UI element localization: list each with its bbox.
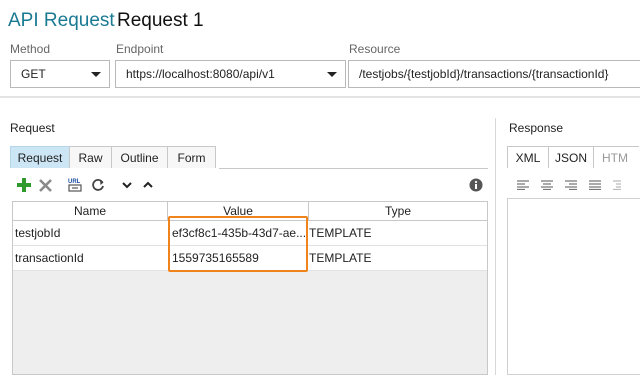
delete-icon[interactable] [34, 178, 56, 192]
endpoint-value: https://localhost:8080/api/v1 [126, 67, 275, 81]
url-encode-icon[interactable]: URL [62, 177, 88, 193]
param-type[interactable]: TEMPLATE [309, 246, 479, 270]
move-up-icon[interactable] [138, 181, 158, 189]
chevron-down-icon [91, 72, 101, 77]
column-header-type[interactable]: Type [309, 202, 487, 220]
request-tabs: Request Raw Outline Form [10, 146, 216, 168]
info-icon[interactable] [468, 178, 484, 192]
request-section-label: Request [10, 121, 55, 135]
align-center-icon[interactable] [541, 180, 553, 190]
page-title: API Request [8, 10, 115, 31]
param-type[interactable]: TEMPLATE [309, 221, 479, 245]
tab-request[interactable]: Request [10, 146, 70, 168]
panel-splitter[interactable] [495, 118, 496, 375]
tab-outline[interactable]: Outline [111, 146, 168, 168]
tab-json[interactable]: JSON [548, 146, 594, 168]
method-select[interactable]: GET [10, 60, 110, 88]
tab-xml[interactable]: XML [507, 146, 549, 168]
column-header-name[interactable]: Name [13, 202, 168, 220]
param-name: transactionId [15, 251, 84, 265]
response-toolbar [517, 178, 640, 192]
request-name: Request 1 [117, 10, 204, 31]
resource-input[interactable]: /testjobs/{testjobId}/transactions/{tran… [348, 60, 640, 88]
chevron-down-icon [327, 72, 337, 77]
indent-icon[interactable] [613, 180, 621, 190]
response-tabs: XML JSON HTM [507, 146, 639, 168]
align-justify-icon[interactable] [589, 180, 601, 190]
header-separator [0, 96, 640, 98]
tab-form[interactable]: Form [167, 146, 216, 168]
add-icon[interactable] [14, 178, 34, 192]
method-value: GET [21, 67, 46, 81]
resource-value: /testjobs/{testjobId}/transactions/{tran… [359, 67, 609, 81]
param-name: testjobId [15, 226, 61, 240]
response-section-label: Response [509, 121, 564, 135]
tab-html[interactable]: HTM [593, 146, 639, 168]
resource-label: Resource [349, 42, 401, 56]
tab-raw[interactable]: Raw [69, 146, 112, 168]
align-left-icon[interactable] [517, 180, 529, 190]
method-label: Method [10, 42, 51, 56]
endpoint-select[interactable]: https://localhost:8080/api/v1 [115, 60, 346, 88]
endpoint-label: Endpoint [116, 42, 164, 56]
refresh-icon[interactable] [88, 178, 108, 192]
request-toolbar: URL [14, 174, 488, 196]
align-right-icon[interactable] [565, 180, 577, 190]
svg-text:URL: URL [68, 179, 81, 185]
move-down-icon[interactable] [116, 181, 138, 189]
tab-underline [219, 168, 488, 169]
response-body[interactable] [507, 198, 640, 375]
value-highlight-box [168, 216, 308, 272]
